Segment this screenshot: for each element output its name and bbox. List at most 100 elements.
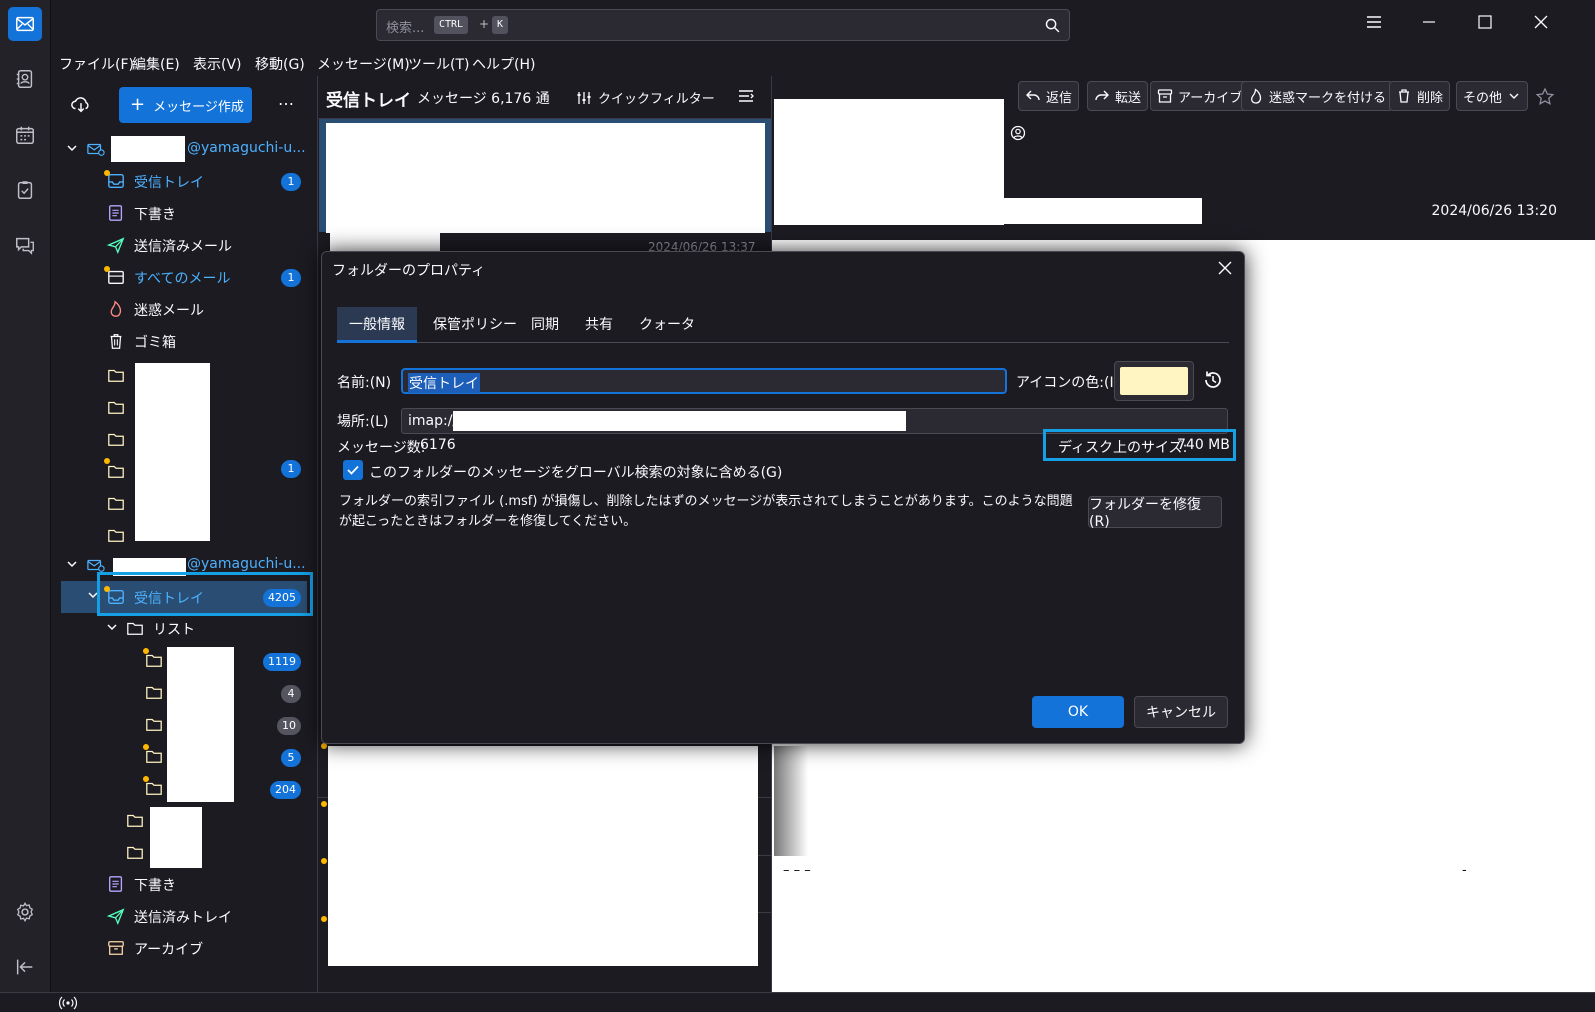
global-search-label[interactable]: このフォルダーのメッセージをグローバル検索の対象に含める(G): [369, 462, 782, 482]
folder-drafts[interactable]: 下書き: [51, 198, 317, 228]
repair-folder-button[interactable]: フォルダーを修復(R): [1088, 496, 1222, 530]
shortcut-key-k: K: [492, 16, 509, 34]
settings-gear-icon[interactable]: [8, 895, 42, 929]
shortcut-key-ctrl: CTRL: [434, 16, 469, 34]
folder-pane-more-icon[interactable]: …: [278, 90, 294, 109]
forward-label: 転送: [1115, 90, 1142, 106]
star-icon[interactable]: [1535, 87, 1555, 107]
menu-message[interactable]: メッセージ(M): [317, 54, 410, 74]
delete-label: 削除: [1417, 90, 1444, 106]
drafts-icon: [109, 876, 123, 892]
folder-icon[interactable]: [107, 430, 125, 448]
reply-button[interactable]: 返信: [1018, 81, 1080, 111]
chat-icon[interactable]: [8, 228, 42, 262]
tab-sharing[interactable]: 共有: [573, 307, 625, 343]
address-book-icon[interactable]: [8, 62, 42, 96]
folder-junk[interactable]: 迷惑メール: [51, 294, 317, 324]
folder-icon[interactable]: [107, 462, 125, 480]
icon-color-label: アイコンの色:(I): [1016, 375, 1120, 391]
chevron-down-icon[interactable]: [66, 558, 78, 570]
menu-help[interactable]: ヘルプ(H): [472, 54, 535, 74]
minimize-icon[interactable]: [1420, 13, 1438, 31]
chevron-down-icon[interactable]: [106, 621, 118, 633]
folder-name-input[interactable]: 受信トレイ: [401, 368, 1007, 394]
redacted-block: [150, 807, 202, 868]
folder-icon[interactable]: [145, 651, 163, 669]
folder-sent[interactable]: 送信済みメール: [51, 230, 317, 260]
cancel-button[interactable]: キャンセル: [1134, 696, 1228, 728]
forward-icon: [1095, 90, 1109, 101]
get-messages-icon[interactable]: [70, 93, 92, 115]
delete-button[interactable]: 削除: [1389, 81, 1451, 111]
online-status-icon[interactable]: [59, 995, 77, 1011]
menu-go[interactable]: 移動(G): [255, 54, 305, 74]
account-row-1[interactable]: @yamaguchi-u...: [51, 134, 317, 164]
annotation-highlight: [1043, 429, 1236, 461]
unread-badge: 204: [270, 781, 301, 799]
menu-bar: ファイル(F) 編集(E) 表示(V) 移動(G) メッセージ(M) ツール(T…: [51, 48, 1595, 76]
folder-all-mail[interactable]: すべてのメール 1: [51, 262, 317, 292]
redacted-block: [167, 647, 234, 802]
menu-tools[interactable]: ツール(T): [408, 54, 469, 74]
tab-sync[interactable]: 同期: [519, 307, 571, 343]
quick-filter-label: クイックフィルター: [598, 92, 715, 107]
menu-edit[interactable]: 編集(E): [132, 54, 180, 74]
location-value: imap://: [408, 413, 458, 429]
folder-drafts-2[interactable]: 下書き: [51, 869, 317, 899]
folder-icon[interactable]: [107, 494, 125, 512]
ok-button[interactable]: OK: [1032, 696, 1124, 728]
menu-view[interactable]: 表示(V): [193, 54, 242, 74]
folder-sent-2[interactable]: 送信済みトレイ: [51, 901, 317, 931]
folder-archive-2[interactable]: アーカイブ: [51, 933, 317, 963]
all-mail-icon: [108, 270, 124, 284]
chevron-down-icon[interactable]: [66, 142, 78, 154]
folder-label: 迷惑メール: [134, 303, 204, 319]
folder-icon[interactable]: [145, 779, 163, 797]
folder-icon[interactable]: [145, 683, 163, 701]
global-search-checkbox[interactable]: [343, 460, 363, 480]
close-window-icon[interactable]: [1532, 13, 1550, 31]
collapse-spaces-icon[interactable]: [8, 950, 42, 984]
tab-quota[interactable]: クォータ: [627, 307, 707, 343]
inbox-icon: [108, 174, 124, 188]
mark-junk-button[interactable]: 迷惑マークを付ける: [1241, 81, 1394, 111]
folder-icon[interactable]: [145, 715, 163, 733]
folder-icon[interactable]: [126, 843, 144, 861]
menu-file[interactable]: ファイル(F): [59, 54, 134, 74]
compose-button[interactable]: + メッセージ作成: [119, 87, 252, 123]
archive-button[interactable]: アーカイブ: [1150, 81, 1250, 111]
folder-label: 下書き: [134, 878, 176, 894]
forward-button[interactable]: 転送: [1087, 81, 1149, 111]
app-menu-icon[interactable]: [1365, 13, 1383, 31]
folder-trash[interactable]: ゴミ箱: [51, 326, 317, 356]
spaces-toolbar: [0, 0, 51, 992]
reset-color-icon[interactable]: [1202, 369, 1224, 391]
tab-general[interactable]: 一般情報: [337, 307, 417, 343]
icon-color-picker[interactable]: [1114, 361, 1194, 401]
folder-list[interactable]: リスト: [51, 613, 317, 643]
folder-icon[interactable]: [145, 747, 163, 765]
trash-icon: [1399, 89, 1409, 103]
message-count-value: 6176: [420, 437, 456, 453]
folder-label: 受信トレイ: [134, 175, 204, 191]
maximize-icon[interactable]: [1476, 13, 1494, 31]
global-search-input[interactable]: 検索... CTRL + K: [376, 9, 1070, 41]
thread-pane-title: 受信トレイ: [326, 91, 411, 111]
calendar-icon[interactable]: [8, 118, 42, 152]
search-icon[interactable]: [1044, 17, 1061, 34]
dialog-tabs: 一般情報 保管ポリシー 同期 共有 クォータ: [337, 307, 1229, 343]
folder-icon[interactable]: [107, 366, 125, 384]
tab-retention[interactable]: 保管ポリシー: [421, 307, 529, 343]
tasks-icon[interactable]: [8, 173, 42, 207]
message-count: メッセージ 6,176 通: [417, 91, 550, 107]
more-button[interactable]: その他: [1456, 81, 1529, 111]
close-icon[interactable]: [1216, 259, 1234, 277]
mail-icon[interactable]: [8, 7, 42, 41]
display-options-icon[interactable]: [737, 88, 755, 106]
folder-icon[interactable]: [107, 526, 125, 544]
quick-filter-button[interactable]: クイックフィルター: [576, 88, 715, 107]
contact-icon[interactable]: [1010, 125, 1026, 141]
folder-icon[interactable]: [107, 398, 125, 416]
folder-inbox[interactable]: 受信トレイ 1: [51, 166, 317, 196]
folder-icon[interactable]: [126, 811, 144, 829]
